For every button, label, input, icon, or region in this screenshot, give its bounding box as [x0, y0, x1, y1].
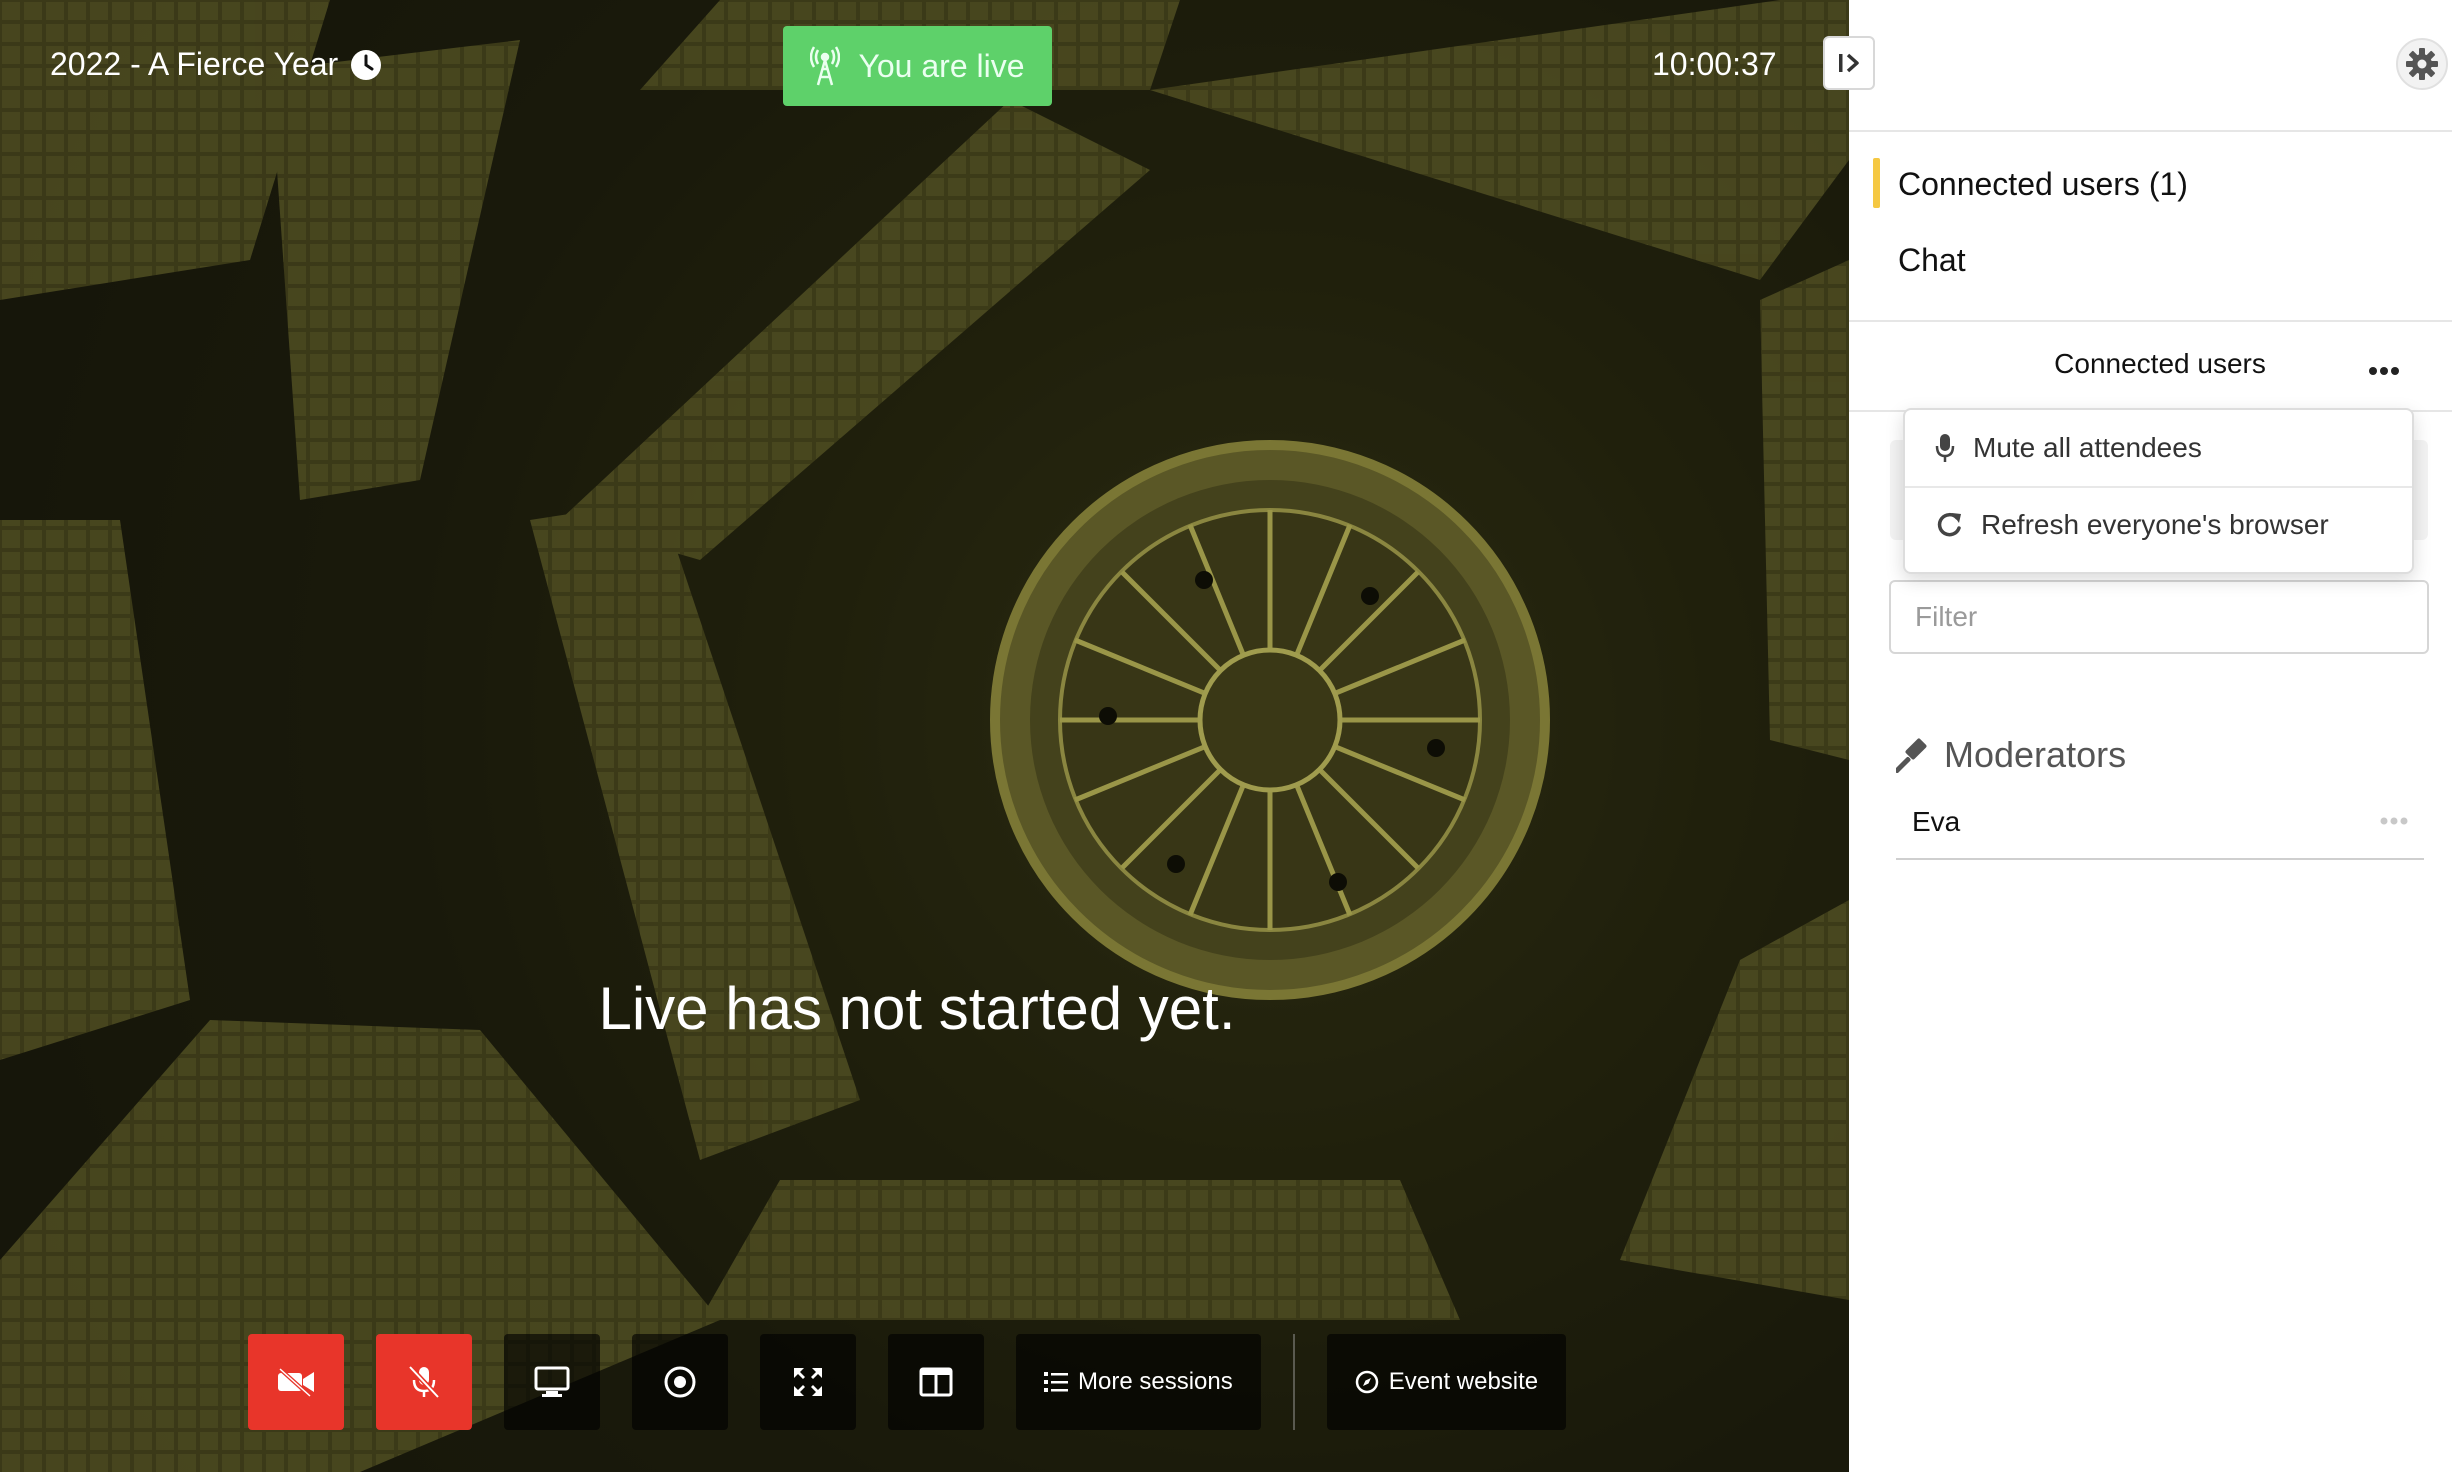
layout-button[interactable] — [888, 1334, 984, 1430]
event-title-text: 2022 - A Fierce Year — [50, 46, 339, 82]
fullscreen-button[interactable] — [760, 1334, 856, 1430]
toggle-camera-button[interactable] — [248, 1334, 344, 1430]
refresh-icon — [1937, 512, 1961, 537]
mute-all-attendees-label: Mute all attendees — [1973, 432, 2202, 463]
collapse-sidebar-button[interactable] — [1823, 36, 1875, 90]
compass-icon — [1355, 1370, 1378, 1394]
mute-all-attendees-item[interactable]: Mute all attendees — [1905, 410, 2412, 486]
record-icon — [664, 1366, 696, 1398]
stream-timer: 10:00:37 — [1652, 46, 1777, 82]
record-button[interactable] — [632, 1334, 728, 1430]
tab-chat[interactable]: Chat — [1898, 242, 1966, 279]
microphone-icon — [1935, 434, 1955, 462]
stage-toolbar: More sessions Event website — [248, 1334, 1598, 1430]
connected-users-dropdown-menu: Mute all attendees Refresh everyone's br… — [1903, 408, 2414, 574]
video-off-icon — [278, 1367, 314, 1397]
toggle-microphone-button[interactable] — [376, 1334, 472, 1430]
live-status-message: Live has not started yet. — [598, 975, 1236, 1042]
event-website-button[interactable]: Event website — [1326, 1334, 1567, 1430]
more-icon — [2380, 817, 2408, 825]
connected-users-menu-button[interactable] — [2368, 350, 2400, 384]
refresh-everyone-browser-label: Refresh everyone's browser — [1981, 509, 2329, 540]
gear-icon — [2406, 48, 2438, 80]
filter-input[interactable] — [1889, 580, 2429, 654]
moderators-heading: Moderators — [1896, 734, 2126, 776]
clock-icon — [351, 49, 382, 80]
screen-share-icon — [534, 1366, 570, 1397]
connected-users-heading: Connected users — [2054, 348, 2266, 379]
moderator-menu-button[interactable] — [2380, 802, 2408, 833]
layout-icon — [919, 1367, 953, 1397]
toolbar-divider — [1292, 1334, 1295, 1430]
refresh-everyone-browser-item[interactable]: Refresh everyone's browser — [1905, 486, 2412, 562]
list-icon — [1044, 1372, 1068, 1392]
moderator-row[interactable]: Eva — [1896, 798, 2424, 860]
tab-connected-users[interactable]: Connected users (1) — [1898, 166, 2188, 203]
collapse-sidebar-icon — [1839, 53, 1859, 73]
panel-divider-top — [1849, 130, 2452, 132]
more-sessions-label: More sessions — [1078, 1368, 1233, 1395]
more-sessions-button[interactable]: More sessions — [1016, 1334, 1261, 1430]
live-badge-label: You are live — [858, 47, 1025, 84]
moderators-heading-label: Moderators — [1944, 734, 2127, 775]
event-title[interactable]: 2022 - A Fierce Year — [50, 46, 382, 83]
antenna-icon — [810, 46, 841, 86]
gavel-icon — [1896, 738, 1927, 773]
active-tab-indicator — [1873, 158, 1880, 208]
live-status-badge: You are live — [783, 26, 1052, 106]
screen-share-button[interactable] — [504, 1334, 600, 1430]
mic-off-icon — [408, 1365, 440, 1399]
video-stage: 2022 - A Fierce Year You are live 10:00:… — [0, 0, 1849, 1472]
event-website-label: Event website — [1388, 1368, 1539, 1395]
moderator-name: Eva — [1912, 806, 1961, 837]
panel-divider-middle — [1849, 320, 2452, 322]
settings-button[interactable] — [2396, 38, 2448, 90]
more-icon — [2369, 367, 2399, 375]
fullscreen-icon — [794, 1368, 822, 1396]
stage-background — [0, 0, 1849, 1472]
